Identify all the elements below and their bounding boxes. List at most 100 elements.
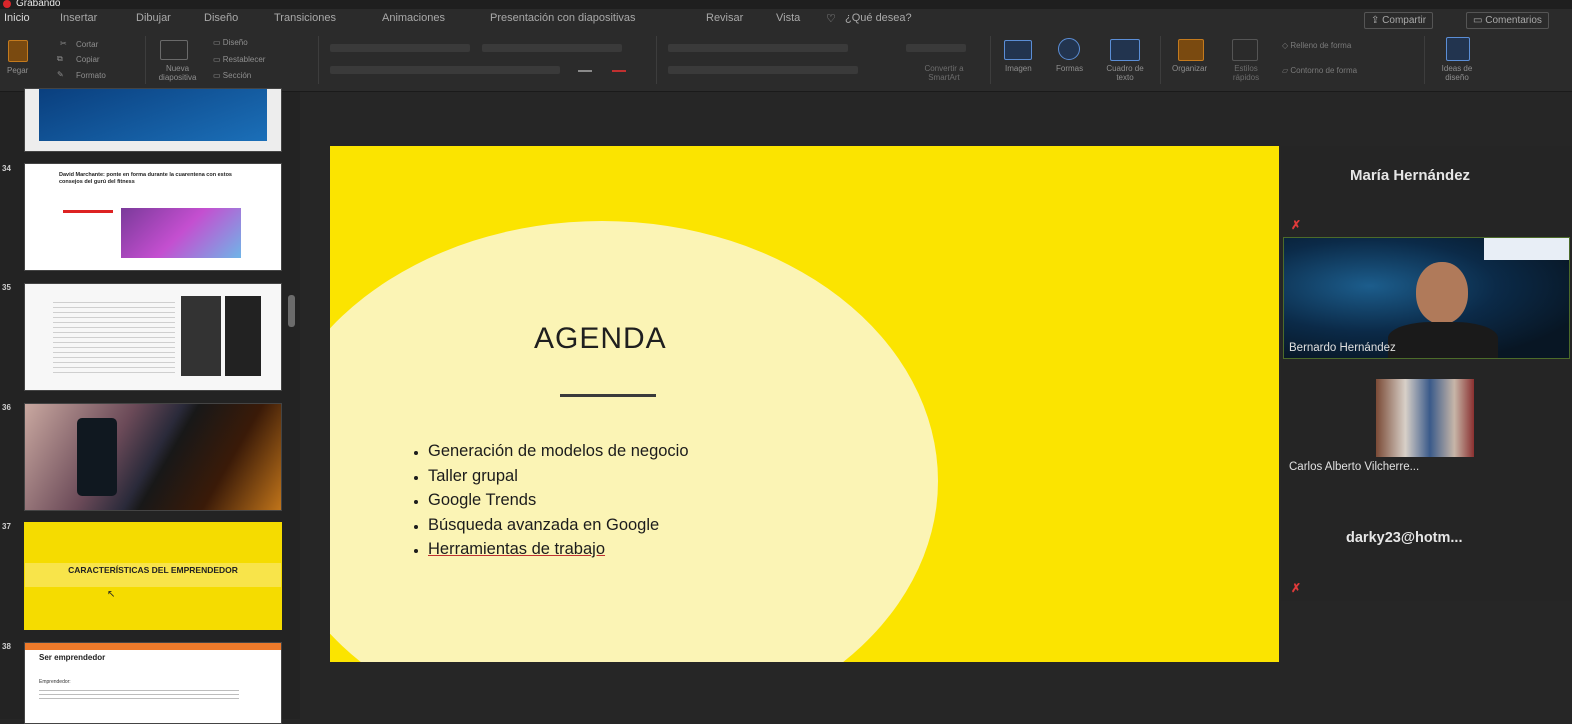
title-bar <box>0 0 1572 9</box>
slide-title[interactable]: AGENDA <box>534 322 667 356</box>
layout-icon: ▭ <box>213 38 223 47</box>
reset-button[interactable]: ▭ Restablecer <box>213 55 265 64</box>
arrange-button[interactable]: Organizar <box>1172 64 1207 73</box>
slide-canvas[interactable]: AGENDA Generación de modelos de negocio … <box>330 146 1279 662</box>
comment-icon: ▭ <box>1473 15 1486 26</box>
layout-button[interactable]: ▭ Diseño <box>213 38 248 47</box>
shape-outline-label: Contorno de forma <box>1290 66 1358 75</box>
slide-thumbnail-35[interactable] <box>24 283 282 391</box>
video-banner <box>1484 238 1569 260</box>
mouse-cursor-icon: ↖ <box>107 589 116 600</box>
tab-revisar[interactable]: Revisar <box>706 12 743 24</box>
shapes-button[interactable]: Formas <box>1056 64 1083 73</box>
slide-number: 37 <box>2 522 11 531</box>
ribbon-divider <box>1424 36 1425 84</box>
tab-transiciones[interactable]: Transiciones <box>274 12 336 24</box>
quick-styles-button[interactable]: Estilos rápidos <box>1226 64 1266 82</box>
agenda-item: Búsqueda avanzada en Google <box>428 513 689 538</box>
slide-thumbnail-36[interactable] <box>24 403 282 511</box>
quick-styles-icon[interactable] <box>1232 39 1258 61</box>
tell-me-search[interactable]: ¿Qué desea? <box>845 12 912 24</box>
participant-video[interactable] <box>1283 237 1570 359</box>
recording-label: Grabando <box>16 0 61 9</box>
thumbnail-photo <box>121 208 241 258</box>
comments-button[interactable]: ▭ Comentarios <box>1466 12 1549 29</box>
tab-presentacion[interactable]: Presentación con diapositivas <box>490 12 636 24</box>
thumbnail-photo-2 <box>225 296 261 376</box>
thumbnail-headline: David Marchante: ponte en forma durante … <box>59 172 232 185</box>
font-family-select[interactable] <box>330 44 470 52</box>
font-color-icon[interactable] <box>612 70 626 72</box>
recording-icon <box>3 0 11 8</box>
ribbon-divider <box>1160 36 1161 84</box>
design-ideas-icon[interactable] <box>1446 37 1470 61</box>
shape-outline-button[interactable]: ▱ Contorno de forma <box>1282 66 1357 75</box>
thumbnail-phone <box>77 418 117 496</box>
paragraph-list-controls[interactable] <box>668 44 848 52</box>
shape-fill-button[interactable]: ◇ Relleno de forma <box>1282 41 1351 50</box>
slide-number: 34 <box>2 164 11 173</box>
slide-number: 38 <box>2 642 11 651</box>
new-slide-button[interactable]: Nueva diapositiva <box>150 64 205 82</box>
thumbnail-red-bar <box>63 210 113 213</box>
thumbnail-blue-banner <box>39 89 267 141</box>
agenda-item: Generación de modelos de negocio <box>428 439 689 464</box>
thumbnail-subtitle: Emprendedor: <box>39 679 71 685</box>
thumbnail-orange-bar <box>25 643 281 650</box>
agenda-list[interactable]: Generación de modelos de negocio Taller … <box>400 439 689 562</box>
tab-inicio[interactable]: Inicio <box>4 12 30 24</box>
textbox-button[interactable]: Cuadro de texto <box>1102 64 1148 82</box>
textbox-icon[interactable] <box>1110 39 1140 61</box>
slide-number: 35 <box>2 283 11 292</box>
text-direction-control[interactable] <box>906 44 966 52</box>
image-button[interactable]: Imagen <box>1005 64 1032 73</box>
share-button[interactable]: ⇪ Compartir <box>1364 12 1434 29</box>
section-icon: ▭ <box>213 71 223 80</box>
copy-button[interactable]: Copiar <box>76 55 100 64</box>
slide-number: 36 <box>2 403 11 412</box>
ribbon-divider <box>145 36 146 84</box>
scissors-icon: ✂ <box>60 39 67 48</box>
new-slide-icon[interactable] <box>160 40 188 60</box>
font-format-buttons[interactable] <box>330 66 560 74</box>
section-button[interactable]: ▭ Sección <box>213 71 251 80</box>
tab-diseno[interactable]: Diseño <box>204 12 238 24</box>
section-label: Sección <box>222 71 252 80</box>
slide-thumbnail-37[interactable]: CARACTERÍSTICAS DEL EMPRENDEDOR ↖ <box>24 522 282 630</box>
slide-thumbnail-34[interactable]: David Marchante: ponte en forma durante … <box>24 163 282 271</box>
convert-smartart-button[interactable]: Convertir a SmartArt <box>916 64 972 82</box>
paragraph-align-controls[interactable] <box>668 66 858 74</box>
comments-label: Comentarios <box>1485 15 1542 26</box>
shapes-icon[interactable] <box>1058 38 1080 60</box>
tab-vista[interactable]: Vista <box>776 12 800 24</box>
speaker-shirt <box>1388 322 1498 358</box>
participant-name: María Hernández <box>1350 167 1471 184</box>
design-ideas-button[interactable]: Ideas de diseño <box>1434 64 1480 82</box>
slide-thumbnail-38[interactable]: Ser emprendedor Emprendedor: <box>24 642 282 724</box>
participant-name: Carlos Alberto Vilcherre... <box>1289 461 1420 473</box>
tab-dibujar[interactable]: Dibujar <box>136 12 171 24</box>
tab-insertar[interactable]: Insertar <box>60 12 97 24</box>
ribbon-divider <box>318 36 319 84</box>
thumbnail-title: CARACTERÍSTICAS DEL EMPRENDEDOR <box>68 565 238 575</box>
format-painter-icon: ✎ <box>57 70 64 79</box>
paste-label[interactable]: Pegar <box>7 66 28 75</box>
ribbon-divider <box>990 36 991 84</box>
share-icon: ⇪ <box>1371 15 1383 26</box>
title-divider-line <box>560 394 656 397</box>
text-highlight-icon[interactable] <box>578 70 592 72</box>
paste-icon[interactable] <box>8 40 28 62</box>
image-icon[interactable] <box>1004 40 1032 60</box>
agenda-item: Taller grupal <box>428 464 689 489</box>
format-painter-button[interactable]: Formato <box>76 71 106 80</box>
cut-button[interactable]: Cortar <box>76 40 98 49</box>
thumbnail-article-text <box>53 298 175 376</box>
participant-name: Bernardo Hernández <box>1289 342 1396 354</box>
thumbnail-scrollbar[interactable] <box>288 295 295 327</box>
font-size-controls[interactable] <box>482 44 622 52</box>
arrange-icon[interactable] <box>1178 39 1204 61</box>
speaker-face <box>1416 262 1468 324</box>
slide-thumbnail-33[interactable] <box>24 88 282 152</box>
tab-animaciones[interactable]: Animaciones <box>382 12 445 24</box>
participant-avatar <box>1376 379 1474 457</box>
